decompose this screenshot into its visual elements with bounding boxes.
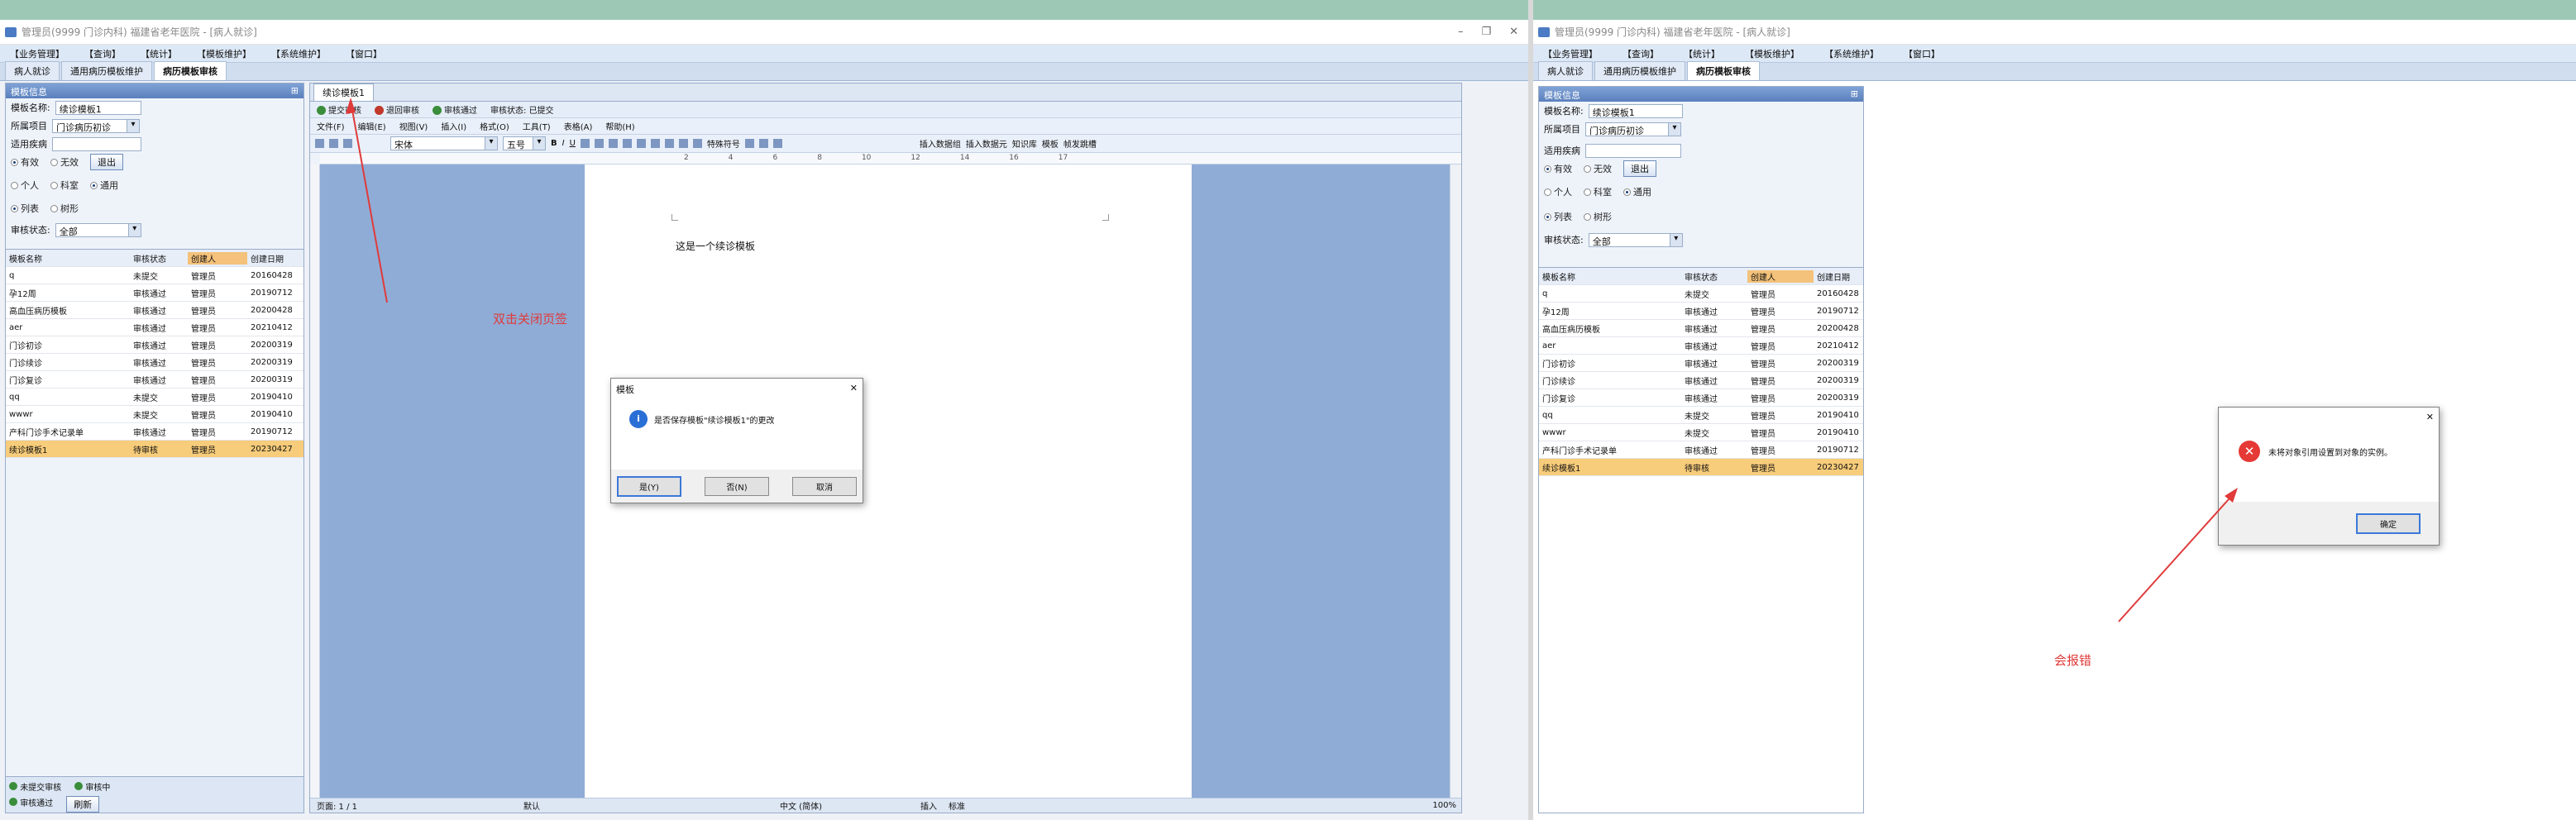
annotation-left: 双击关闭页签 [493,312,568,327]
annotation-arrow-left [346,98,388,303]
right-screenshot: 管理员(9999 门诊内科) 福建省老年医院 - [病人就诊] 【业务管理】 【… [1533,0,2576,820]
annotation-right: 会报错 [2054,653,2092,668]
annotation-arrow-right [2118,488,2238,622]
left-screenshot: 管理员(9999 门诊内科) 福建省老年医院 - [病人就诊] – ❐ ✕ 【业… [0,0,1528,820]
